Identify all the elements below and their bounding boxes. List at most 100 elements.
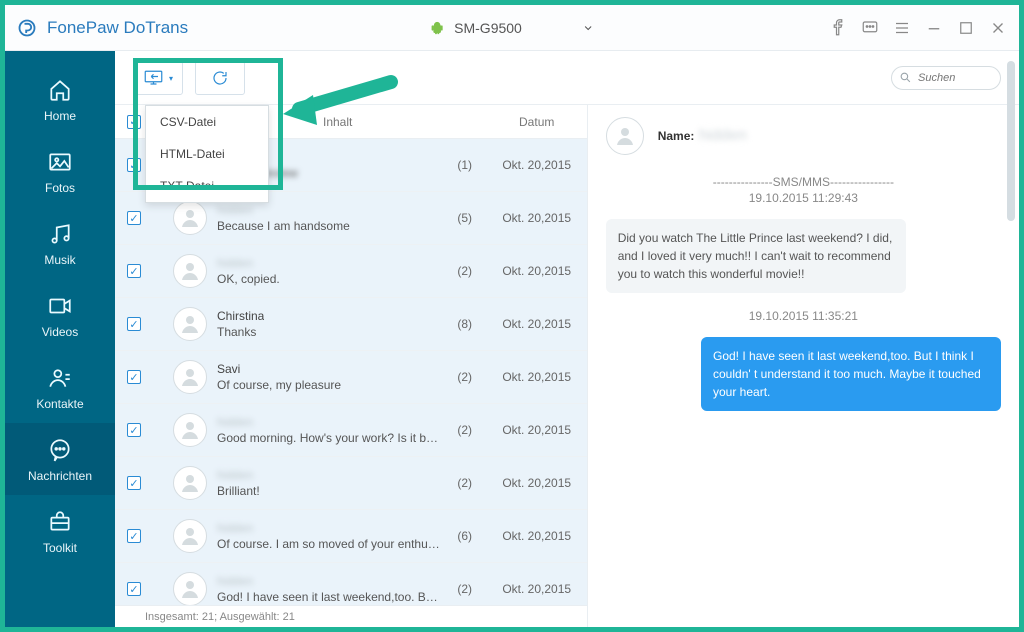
table-row[interactable]: ✓ hiddenBrilliant! (2) Okt. 20,2015	[115, 457, 587, 510]
row-count: (2)	[457, 476, 472, 490]
sidebar-item-music[interactable]: Musik	[5, 207, 115, 279]
sidebar-label: Musik	[44, 253, 75, 267]
row-checkbox[interactable]: ✓	[127, 317, 141, 331]
status-bar: Insgesamt: 21; Ausgewählt: 21	[115, 605, 587, 627]
row-date: Okt. 20,2015	[502, 317, 571, 331]
sidebar-item-contacts[interactable]: Kontakte	[5, 351, 115, 423]
refresh-button[interactable]	[195, 61, 245, 95]
app-name: FonePaw DoTrans	[47, 18, 188, 38]
row-checkbox[interactable]: ✓	[127, 158, 141, 172]
table-row[interactable]: ✓ hiddenGood morning. How's your work? I…	[115, 404, 587, 457]
export-html[interactable]: HTML-Datei	[146, 138, 268, 170]
sidebar-label: Home	[44, 109, 76, 123]
row-date: Okt. 20,2015	[502, 158, 571, 172]
brand-logo-icon	[17, 18, 37, 38]
export-button[interactable]: ▾	[133, 61, 183, 95]
export-csv[interactable]: CSV-Datei	[146, 106, 268, 138]
thread-timestamp: 19.10.2015 11:29:43	[606, 191, 1001, 205]
scrollbar[interactable]	[1007, 61, 1015, 613]
avatar	[173, 466, 207, 500]
feedback-icon[interactable]	[861, 19, 879, 37]
sidebar-label: Videos	[42, 325, 78, 339]
contact-name-blurred: hidden	[699, 127, 759, 145]
avatar	[173, 413, 207, 447]
row-checkbox[interactable]: ✓	[127, 423, 141, 437]
music-icon	[47, 221, 73, 247]
avatar	[173, 307, 207, 341]
name-label: Name:	[658, 129, 695, 143]
search-icon	[899, 71, 912, 84]
row-count: (8)	[457, 317, 472, 331]
row-count: (2)	[457, 423, 472, 437]
row-count: (1)	[457, 158, 472, 172]
videos-icon	[47, 293, 73, 319]
row-checkbox[interactable]: ✓	[127, 582, 141, 596]
brand: FonePaw DoTrans	[17, 18, 188, 38]
toolbar: ▾	[115, 51, 1019, 105]
sidebar-label: Toolkit	[43, 541, 77, 555]
sidebar-item-photos[interactable]: Fotos	[5, 135, 115, 207]
row-count: (2)	[457, 582, 472, 596]
close-icon[interactable]	[989, 19, 1007, 37]
avatar	[173, 360, 207, 394]
scrollbar-thumb[interactable]	[1007, 61, 1015, 221]
table-row[interactable]: ✓ SaviOf course, my pleasure (2) Okt. 20…	[115, 351, 587, 404]
titlebar: FonePaw DoTrans SM-G9500	[5, 5, 1019, 51]
android-icon	[430, 20, 444, 36]
row-count: (2)	[457, 264, 472, 278]
avatar	[173, 201, 207, 235]
chevron-down-icon	[582, 22, 594, 34]
maximize-icon[interactable]	[957, 19, 975, 37]
export-txt[interactable]: TXT-Datei	[146, 170, 268, 202]
row-checkbox[interactable]: ✓	[127, 264, 141, 278]
sidebar-label: Kontakte	[36, 397, 83, 411]
row-date: Okt. 20,2015	[502, 211, 571, 225]
avatar	[173, 572, 207, 605]
row-count: (5)	[457, 211, 472, 225]
sidebar-item-messages[interactable]: Nachrichten	[5, 423, 115, 495]
row-date: Okt. 20,2015	[502, 370, 571, 384]
row-count: (6)	[457, 529, 472, 543]
table-row[interactable]: ✓ hiddenOf course. I am so moved of your…	[115, 510, 587, 563]
row-checkbox[interactable]: ✓	[127, 529, 141, 543]
facebook-icon[interactable]	[829, 19, 847, 37]
toolkit-icon	[47, 509, 73, 535]
row-date: Okt. 20,2015	[502, 264, 571, 278]
thread-timestamp: 19.10.2015 11:35:21	[606, 309, 1001, 323]
row-date: Okt. 20,2015	[502, 529, 571, 543]
sidebar: Home Fotos Musik Videos Kontakte Nachric…	[5, 51, 115, 627]
row-checkbox[interactable]: ✓	[127, 476, 141, 490]
outgoing-message: God! I have seen it last weekend,too. Bu…	[701, 337, 1001, 411]
row-date: Okt. 20,2015	[502, 423, 571, 437]
message-rows: ✓ hiddenhidden preview (1) Okt. 20,2015 …	[115, 139, 587, 605]
row-count: (2)	[457, 370, 472, 384]
row-date: Okt. 20,2015	[502, 582, 571, 596]
avatar	[173, 254, 207, 288]
table-row[interactable]: ✓ hiddenGod! I have seen it last weekend…	[115, 563, 587, 605]
select-all-checkbox[interactable]: ✓	[127, 115, 141, 129]
incoming-message: Did you watch The Little Prince last wee…	[606, 219, 906, 293]
avatar	[173, 519, 207, 553]
table-row[interactable]: ✓ hiddenOK, copied. (2) Okt. 20,2015	[115, 245, 587, 298]
menu-icon[interactable]	[893, 19, 911, 37]
sidebar-item-toolkit[interactable]: Toolkit	[5, 495, 115, 567]
sidebar-item-home[interactable]: Home	[5, 63, 115, 135]
export-to-pc-icon	[143, 69, 167, 87]
col-date-header[interactable]: Datum	[487, 115, 587, 129]
row-checkbox[interactable]: ✓	[127, 370, 141, 384]
export-menu: CSV-Datei HTML-Datei TXT-Datei	[145, 105, 269, 203]
sidebar-item-videos[interactable]: Videos	[5, 279, 115, 351]
sidebar-label: Nachrichten	[28, 469, 92, 483]
row-checkbox[interactable]: ✓	[127, 211, 141, 225]
device-selector[interactable]: SM-G9500	[418, 16, 606, 40]
home-icon	[47, 77, 73, 103]
conversation-detail: Name: hidden ---------------SMS/MMS-----…	[588, 105, 1019, 627]
contacts-icon	[47, 365, 73, 391]
table-row[interactable]: ✓ ChirstinaThanks (8) Okt. 20,2015	[115, 298, 587, 351]
row-date: Okt. 20,2015	[502, 476, 571, 490]
avatar	[606, 117, 644, 155]
device-model: SM-G9500	[454, 20, 522, 36]
refresh-icon	[208, 69, 232, 87]
sidebar-label: Fotos	[45, 181, 75, 195]
minimize-icon[interactable]	[925, 19, 943, 37]
